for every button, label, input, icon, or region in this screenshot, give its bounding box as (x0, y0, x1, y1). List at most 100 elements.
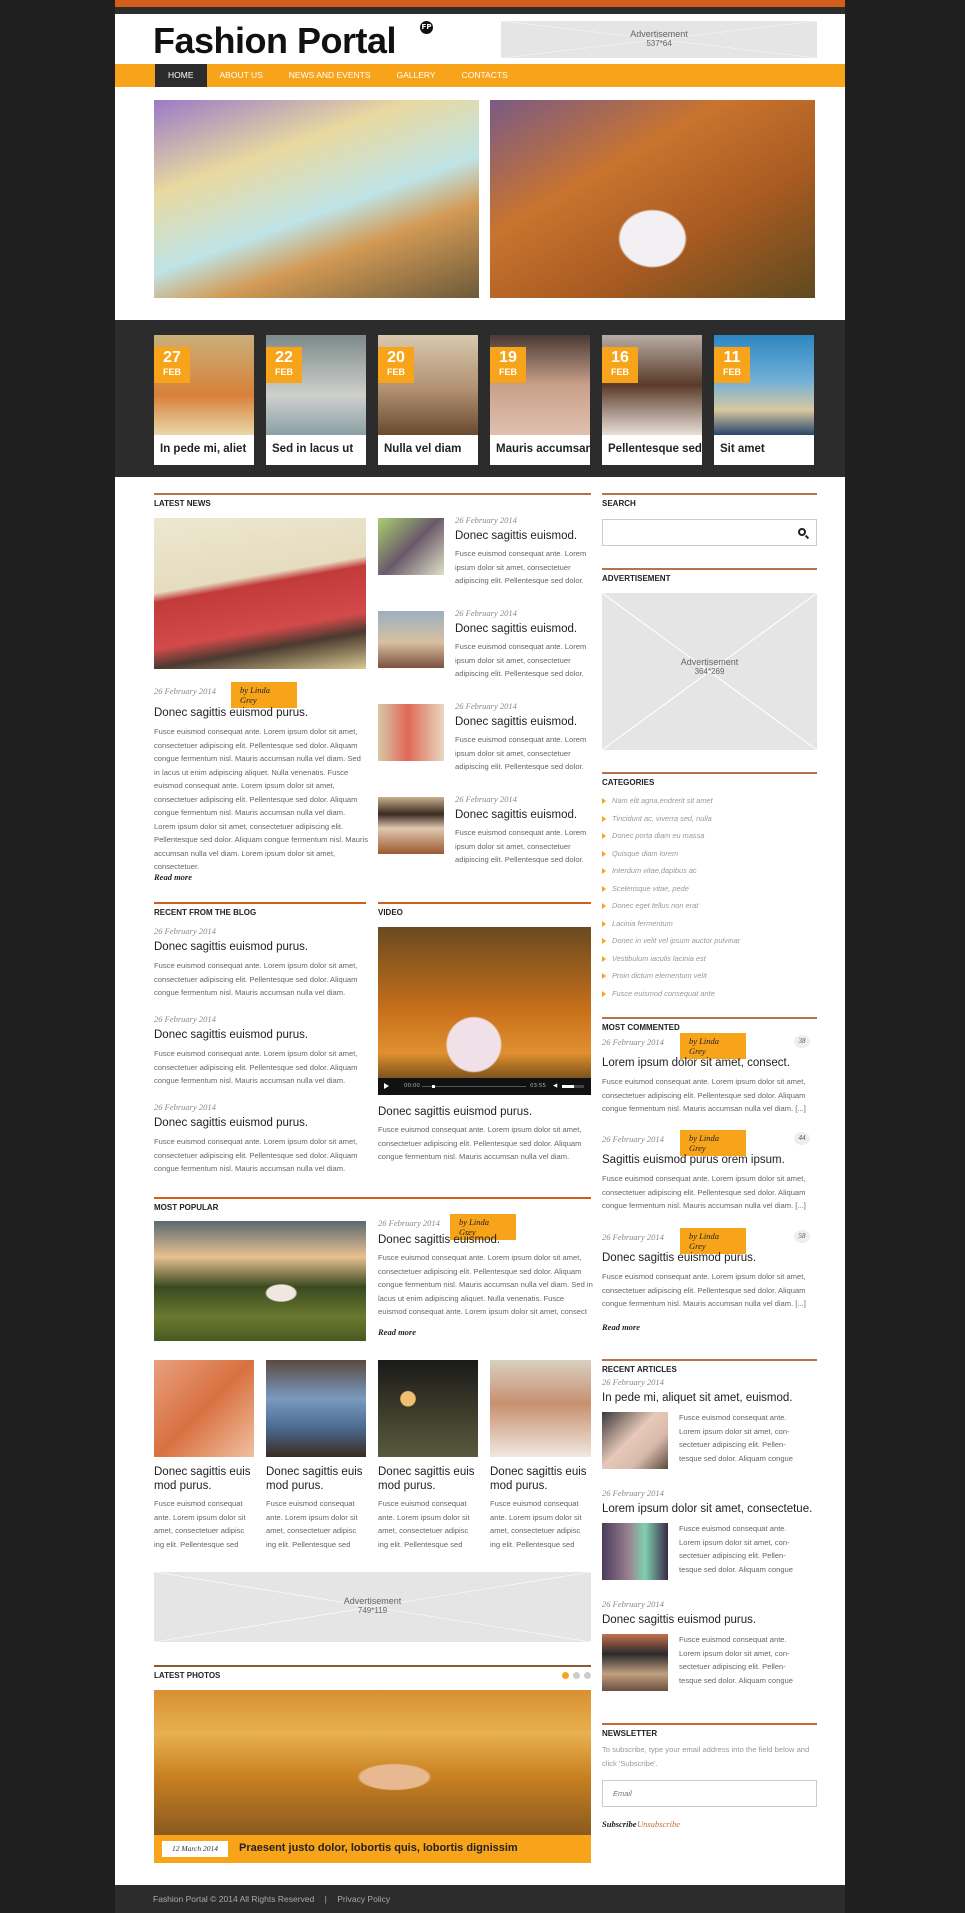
category-link[interactable]: Donec porta diam eu massa (602, 827, 817, 845)
mc-headline[interactable]: Sagittis euismod purus orem ipsum. (602, 1154, 785, 1166)
nav-contacts[interactable]: CONTACTS (449, 64, 521, 87)
mc-body: Fusce euismod consequat ante. Lorem ipsu… (602, 1077, 806, 1113)
unsubscribe-link[interactable]: Unsubscribe (637, 1819, 680, 1829)
seek-bar[interactable] (422, 1085, 526, 1088)
search-input[interactable] (602, 519, 817, 546)
featured-card[interactable]: 20 FEB Nulla vel diam (378, 335, 478, 465)
category-link[interactable]: Proin dictum elementum velit (602, 967, 817, 985)
author-badge[interactable]: by Linda Grey (680, 1130, 746, 1156)
category-link[interactable]: Tincidunt ac, viverra sed, nulla (602, 810, 817, 828)
video-headline[interactable]: Donec sagittis euismod purus. (378, 1106, 532, 1118)
slider-dot[interactable] (573, 1672, 580, 1679)
news-headline[interactable]: Donec sagittis euismod purus. (154, 707, 308, 719)
seek-handle[interactable] (432, 1085, 435, 1088)
comment-count[interactable]: 44 (794, 1132, 810, 1145)
featured-caption: In pede mi, aliet (160, 443, 247, 455)
category-link[interactable]: Scelerisque vitae, pede (602, 880, 817, 898)
latest-photo-slide[interactable] (154, 1690, 591, 1835)
ra-headline[interactable]: In pede mi, aliquet sit amet, euismod. (602, 1392, 793, 1404)
grid-image[interactable] (154, 1360, 254, 1457)
comment-count[interactable]: 38 (794, 1035, 810, 1048)
volume-icon[interactable]: ◀ (553, 1078, 557, 1095)
ad-label: Advertisement (343, 1596, 402, 1606)
featured-card[interactable]: 27 FEB In pede mi, aliet (154, 335, 254, 465)
news-headline[interactable]: Donec sagittis euismod. (455, 809, 577, 821)
featured-card[interactable]: 11 FEB Sit amet (714, 335, 814, 465)
site-logo[interactable]: Fashion Portal (153, 20, 397, 62)
ra-thumb[interactable] (602, 1634, 668, 1691)
featured-card[interactable]: 22 FEB Sed in lacus ut (266, 335, 366, 465)
grid-image[interactable] (378, 1360, 478, 1457)
nav-home[interactable]: HOME (155, 64, 207, 87)
blog-headline[interactable]: Donec sagittis euismod purus. (154, 941, 308, 953)
read-more-link[interactable]: Read more (378, 1327, 416, 1337)
grid-headline[interactable]: Donec sagittis euis mod purus. (266, 1465, 366, 1493)
nav-news-and-events[interactable]: NEWS AND EVENTS (276, 64, 384, 87)
mc-headline[interactable]: Lorem ipsum dolor sit amet, consect. (602, 1057, 790, 1069)
grid-headline[interactable]: Donec sagittis euis mod purus. (378, 1465, 478, 1493)
news-thumb[interactable] (378, 518, 444, 575)
author-badge[interactable]: by Linda Grey (680, 1228, 746, 1254)
news-headline[interactable]: Donec sagittis euismod. (455, 530, 577, 542)
subscribe-link[interactable]: Subscribe (602, 1819, 636, 1829)
sidebar-ad[interactable]: Advertisement 364*269 (602, 593, 817, 750)
nav-gallery[interactable]: GALLERY (384, 64, 449, 87)
category-link[interactable]: Quisque diam lorem (602, 845, 817, 863)
ra-headline[interactable]: Lorem ipsum dolor sit amet, consectetue. (602, 1503, 812, 1515)
slider-dot-active[interactable] (562, 1672, 569, 1679)
wide-ad[interactable]: Advertisement 749*119 (154, 1572, 591, 1642)
category-link[interactable]: Donec eget tellus non erat (602, 897, 817, 915)
news-thumb[interactable] (378, 611, 444, 668)
author-badge[interactable]: by Linda Grey (231, 682, 297, 708)
email-field[interactable] (602, 1780, 817, 1807)
blog-date: 26 February 2014 (154, 1014, 216, 1024)
volume-slider[interactable] (562, 1085, 584, 1088)
featured-caption: Pellentesque sed (608, 443, 702, 455)
category-link[interactable]: Fusce euismod consequat ante (602, 985, 817, 1003)
popular-headline[interactable]: Donec sagittis euismod. (378, 1234, 500, 1246)
play-icon[interactable] (384, 1083, 389, 1089)
grid-image[interactable] (266, 1360, 366, 1457)
hero-image-horse[interactable] (154, 100, 479, 298)
category-link[interactable]: Vestibulum iaculis lacinia est (602, 950, 817, 968)
latest-news-main-image[interactable] (154, 518, 366, 669)
read-more-link[interactable]: Read more (602, 1322, 640, 1332)
photo-caption[interactable]: Praesent justo dolor, lobortis quis, lob… (239, 1842, 518, 1854)
latest-news-section: LATEST NEWS (154, 493, 591, 513)
ra-thumb[interactable] (602, 1523, 668, 1580)
mc-body: Fusce euismod consequat ante. Lorem ipsu… (602, 1174, 806, 1210)
blog-headline[interactable]: Donec sagittis euismod purus. (154, 1117, 308, 1129)
ra-headline[interactable]: Donec sagittis euismod purus. (602, 1614, 756, 1626)
blog-headline[interactable]: Donec sagittis euismod purus. (154, 1029, 308, 1041)
most-popular-image[interactable] (154, 1221, 366, 1341)
news-headline[interactable]: Donec sagittis euismod. (455, 716, 577, 728)
hero (115, 87, 845, 320)
category-link[interactable]: Nam elit agna,endrerit sit amet (602, 792, 817, 810)
grid-headline[interactable]: Donec sagittis euis mod purus. (154, 1465, 254, 1493)
author-badge[interactable]: by Linda Grey (680, 1033, 746, 1059)
video-player[interactable] (378, 927, 591, 1095)
comment-count[interactable]: 58 (794, 1230, 810, 1243)
grid-image[interactable] (490, 1360, 591, 1457)
header-ad[interactable]: Advertisement 537*64 (501, 21, 817, 58)
news-thumb[interactable] (378, 704, 444, 761)
hero-image-bride[interactable] (490, 100, 815, 298)
slider-dot[interactable] (584, 1672, 591, 1679)
category-link[interactable]: Lacinia fermentum (602, 915, 817, 933)
news-body: Fusce euismod consequat ante. Lorem ipsu… (455, 642, 587, 678)
ra-thumb[interactable] (602, 1412, 668, 1469)
mc-headline[interactable]: Donec sagittis euismod purus. (602, 1252, 756, 1264)
grid-headline[interactable]: Donec sagittis euis mod purus. (490, 1465, 590, 1493)
news-headline[interactable]: Donec sagittis euismod. (455, 623, 577, 635)
privacy-policy-link[interactable]: Privacy Policy (337, 1894, 390, 1904)
news-thumb[interactable] (378, 797, 444, 854)
featured-card[interactable]: 16 FEB Pellentesque sed (602, 335, 702, 465)
featured-card[interactable]: 19 FEB Mauris accumsan (490, 335, 590, 465)
news-date: 26 February 2014 (455, 794, 517, 804)
category-link[interactable]: Interdum vitae,dapibus ac (602, 862, 817, 880)
category-link[interactable]: Donec in velit vel ipsum auctor pulvinar (602, 932, 817, 950)
read-more-link[interactable]: Read more (154, 872, 192, 882)
nav-about-us[interactable]: ABOUT US (207, 64, 276, 87)
blog-body: Fusce euismod consequat ante. Lorem ipsu… (154, 1137, 358, 1173)
date-badge: 16 FEB (602, 347, 638, 383)
